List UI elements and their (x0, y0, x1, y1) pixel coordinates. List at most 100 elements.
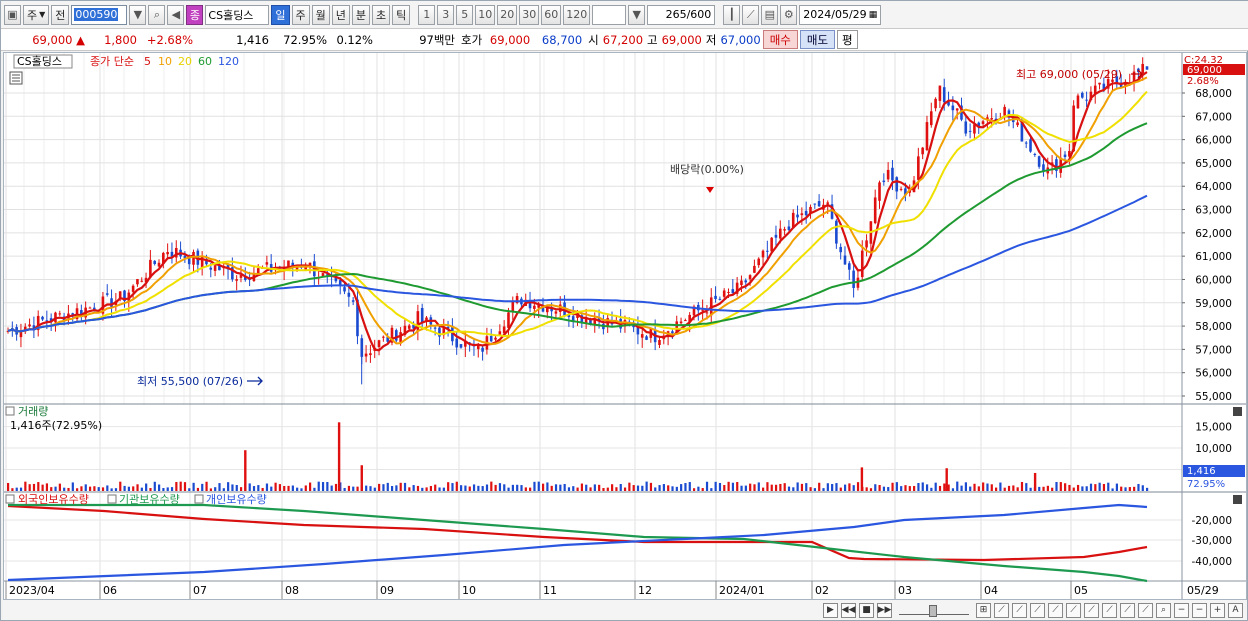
candle-body (929, 111, 933, 126)
interval-30[interactable]: 30 (519, 4, 540, 25)
minus-icon[interactable]: − (1192, 602, 1207, 618)
volume-bar (809, 487, 812, 491)
volume-bar (28, 484, 31, 491)
volume-bar (227, 482, 230, 491)
chart-type-icon[interactable]: ┃ (723, 4, 741, 25)
candle-body (351, 300, 355, 302)
scroll-right-icon[interactable]: ▶ (823, 602, 838, 618)
volume-bar (378, 483, 381, 491)
interval-20[interactable]: 20 (497, 4, 518, 25)
interval-60[interactable]: 60 (541, 4, 562, 25)
plus-icon[interactable]: + (1210, 602, 1225, 618)
open-price: 67,200 (602, 32, 644, 47)
volume-bar (287, 485, 290, 491)
volume-bar (869, 488, 873, 491)
stop-icon[interactable]: ■ (859, 602, 874, 618)
indicator-icon-2[interactable]: ⟋ (994, 602, 1009, 618)
indicator-icon-8[interactable]: ⟋ (1102, 602, 1117, 618)
holding-panel-close-icon[interactable] (1233, 495, 1242, 504)
tab-period-year[interactable]: 년 (331, 4, 350, 25)
candle-body (848, 263, 851, 270)
font-size-icon[interactable]: A (1228, 602, 1243, 618)
zoom-slider[interactable] (899, 605, 969, 617)
annotation-low: 최저 55,500 (07/26) (137, 375, 243, 388)
candle-body (787, 226, 791, 230)
data-count-field[interactable]: 265/600 (647, 4, 716, 25)
code-dropdown-icon[interactable]: ▼ (129, 4, 147, 25)
volume-panel-icon[interactable] (5, 406, 15, 416)
volume-bar (986, 483, 989, 491)
holding-tick-label: -30,000 (1191, 535, 1232, 547)
volume-bar (667, 485, 670, 491)
volume-bar (386, 482, 389, 491)
volume-bar (438, 487, 441, 491)
interval-3[interactable]: 3 (437, 4, 455, 25)
draw-tool-icon[interactable]: ⟋ (742, 4, 760, 25)
volume-bar (15, 487, 18, 491)
date-tick-label: 08 (285, 584, 299, 597)
prev-button[interactable]: 전 (51, 4, 70, 25)
fast-forward-icon[interactable]: ▶▶ (877, 602, 892, 618)
volume-bar (63, 487, 66, 491)
speaker-icon[interactable]: ◀ (167, 4, 185, 25)
interval-1[interactable]: 1 (418, 4, 436, 25)
indicator-icon-10[interactable]: ⟋ (1138, 602, 1153, 618)
candle-body (481, 347, 484, 352)
chart-area[interactable]: 68,000 67,000 66,000 65,000 64,000 63,000 62,0… (3, 52, 1247, 600)
indicator-icon-5[interactable]: ⟋ (1048, 602, 1063, 618)
save-icon[interactable]: ▤ (761, 4, 779, 25)
calendar-icon[interactable]: ▦ (869, 10, 878, 20)
candle-body (433, 327, 437, 329)
zoom-out-icon[interactable]: − (1174, 602, 1189, 618)
candle-body (58, 313, 62, 315)
sell-button[interactable]: 매도 (799, 30, 836, 49)
gear-icon[interactable]: ⚙ (780, 4, 798, 25)
volume-bar (994, 487, 998, 491)
interval-dropdown-icon[interactable]: ▼ (628, 4, 646, 25)
tab-period-day[interactable]: 일 (271, 4, 290, 25)
holding-institution-icon[interactable] (107, 494, 117, 504)
stock-code-input[interactable]: 000590 (71, 4, 128, 25)
indicator-icon-7[interactable]: ⟋ (1084, 602, 1099, 618)
rewind-icon[interactable]: ◀◀ (841, 602, 856, 618)
buy-button[interactable]: 매수 (762, 30, 798, 49)
layout-icon[interactable]: ▣ (4, 4, 21, 25)
tab-period-month[interactable]: 월 (311, 4, 330, 25)
volume-bar (826, 483, 829, 491)
tab-period-tick[interactable]: 틱 (392, 4, 411, 25)
stock-name-field[interactable]: CS홀딩스 (205, 4, 270, 25)
indicator-icon-3[interactable]: ⟋ (1012, 602, 1027, 618)
indicator-icon-9[interactable]: ⟋ (1120, 602, 1135, 618)
tab-period-second[interactable]: 초 (372, 4, 391, 25)
volume-bar (1055, 481, 1058, 491)
volume-bar (123, 485, 126, 491)
price-tick-label: 64,000 (1195, 181, 1232, 193)
indicator-icon-4[interactable]: ⟋ (1030, 602, 1045, 618)
interval-10[interactable]: 10 (475, 4, 496, 25)
volume-bar (917, 482, 920, 491)
indicator-icon-6[interactable]: ⟋ (1066, 602, 1081, 618)
volume-bar (554, 484, 558, 491)
chart-svg[interactable]: 68,000 67,000 66,000 65,000 64,000 63,000 62,0… (4, 53, 1246, 599)
interval-custom-input[interactable] (592, 4, 627, 25)
open-label: 시 (588, 32, 599, 47)
indicator-icon-1[interactable]: ⊞ (976, 602, 991, 618)
tab-period-minute[interactable]: 분 (351, 4, 371, 25)
candle-body (917, 156, 920, 180)
magnify-icon[interactable]: ⌕ (1156, 602, 1171, 618)
volume-panel-close-icon[interactable] (1233, 407, 1242, 416)
average-button[interactable]: 평 (837, 30, 858, 49)
interval-120[interactable]: 120 (563, 4, 591, 25)
holding-individual-icon[interactable] (194, 494, 204, 504)
volume-bar (11, 488, 14, 491)
market-type-select[interactable]: 주 ▼ (23, 4, 50, 25)
search-icon[interactable]: ⌕ (148, 4, 166, 25)
date-field[interactable]: 2024/05/29 ▦ (799, 4, 882, 25)
volume-bar (990, 484, 993, 491)
tab-period-week[interactable]: 주 (291, 4, 310, 25)
date-tick-label: 07 (193, 584, 207, 597)
holding-panel-icon[interactable] (5, 494, 15, 504)
stock-menu-icon[interactable]: 종 (186, 4, 204, 25)
interval-5[interactable]: 5 (456, 4, 474, 25)
volume-bar (485, 484, 489, 491)
